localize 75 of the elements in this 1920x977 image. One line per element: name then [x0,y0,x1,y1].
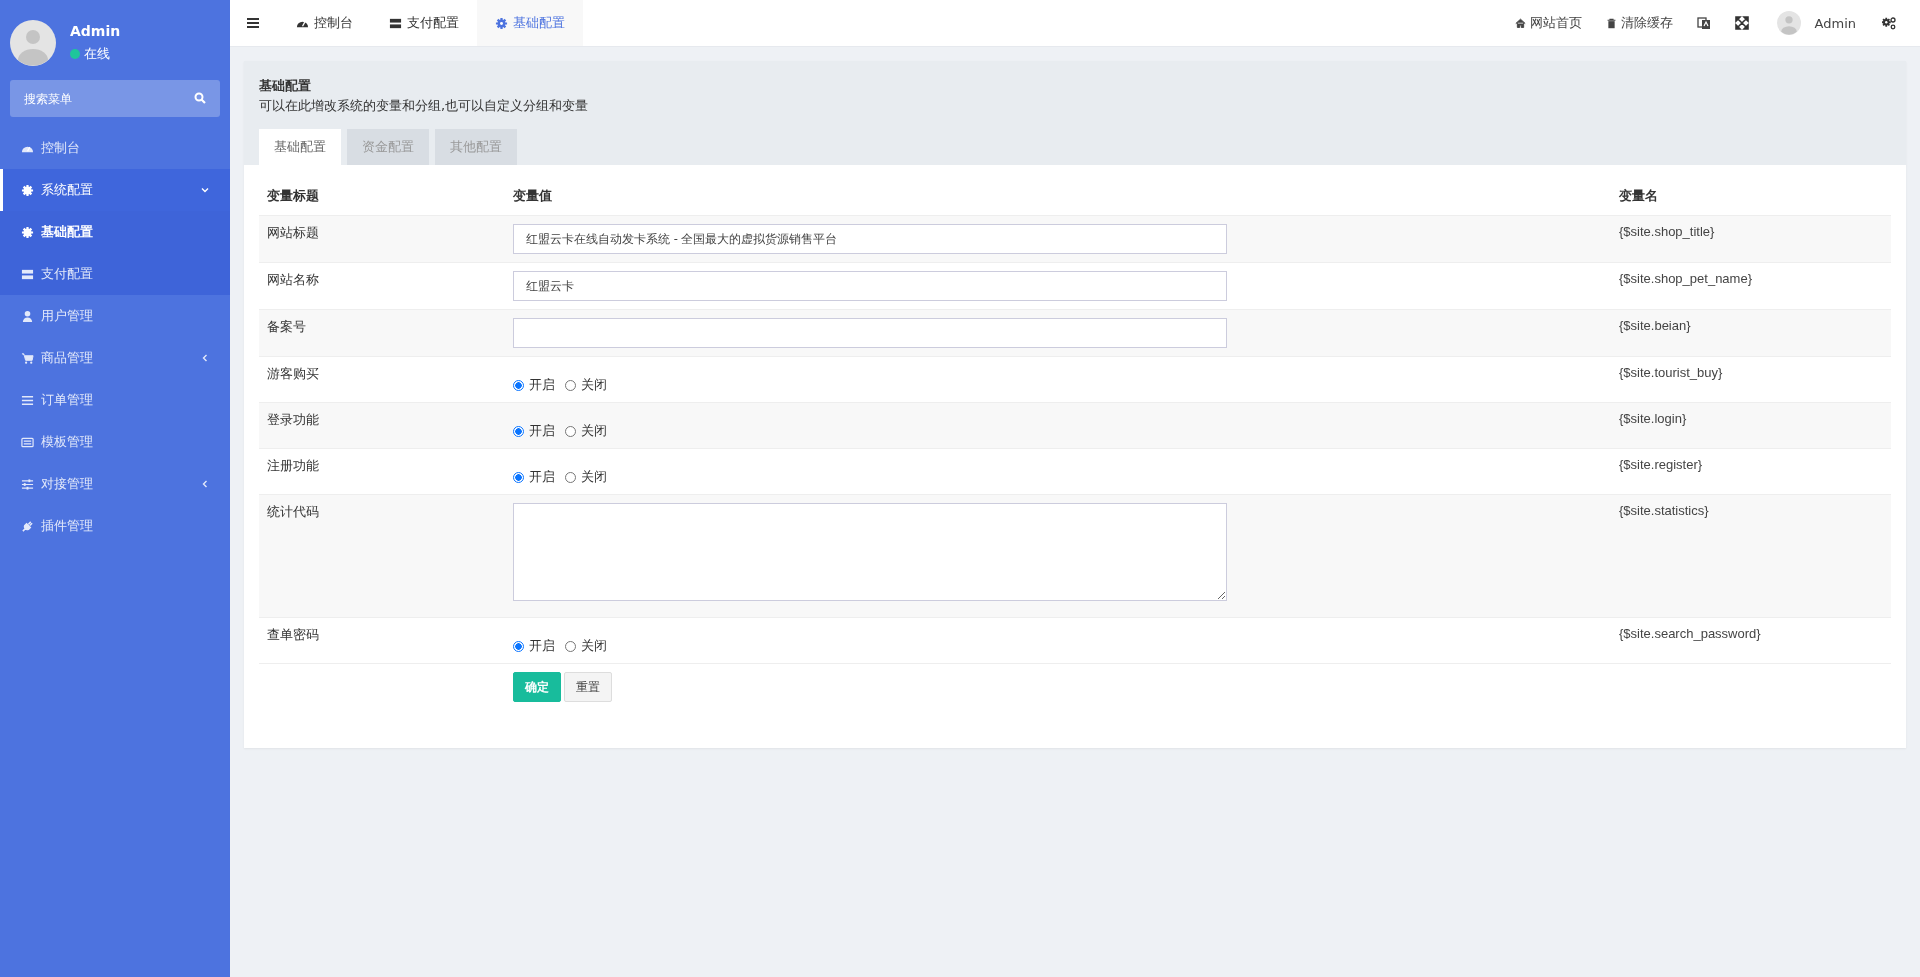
field-label: 网站名称 [267,272,319,287]
variable-name: {$site.tourist_buy} [1619,365,1723,380]
avatar-icon [10,20,56,66]
sidebar-item[interactable]: 对接管理 [0,463,230,505]
variable-name: {$site.login} [1619,411,1687,426]
field-label: 注册功能 [267,458,319,473]
user-name[interactable]: Admin [1814,15,1856,31]
field-label: 游客购买 [267,366,319,381]
user-icon [21,309,34,323]
radio-label[interactable]: 关闭 [581,377,607,394]
sidebar-subitem[interactable]: 支付配置 [0,253,230,295]
sidebar-item[interactable]: 模板管理 [0,421,230,463]
fullscreen-icon[interactable] [1734,16,1749,30]
sidebar-item[interactable]: 订单管理 [0,379,230,421]
chevron-left-icon [200,479,210,489]
field-label: 统计代码 [267,504,319,519]
variable-name: {$site.register} [1619,457,1703,472]
column-header: 变量值 [505,177,1611,216]
variable-name: {$site.search_password} [1619,626,1761,641]
text-field[interactable]: 红盟云卡在线自动发卡系统 - 全国最大的虚拟货源销售平台 [513,224,1227,254]
field-label: 登录功能 [267,412,319,427]
home-link[interactable]: 网站首页 [1514,14,1582,32]
translate-icon[interactable] [1696,16,1711,30]
chevron-down-icon [200,185,210,195]
gears-icon[interactable] [1882,16,1896,30]
page-tab[interactable]: 控制台 [278,0,371,46]
variable-name: {$site.shop_title} [1619,224,1715,239]
status-dot [70,49,80,59]
sidebar-item[interactable]: 商品管理 [0,337,230,379]
variable-name: {$site.beian} [1619,318,1691,333]
radio-button[interactable] [513,426,524,437]
text-field[interactable]: 红盟云卡 [513,271,1227,301]
sidebar-item[interactable]: 控制台 [0,127,230,169]
radio-label[interactable]: 开启 [529,638,555,655]
field-label: 网站标题 [267,225,319,240]
radio-button[interactable] [565,472,576,483]
radio-button[interactable] [513,641,524,652]
radio-label[interactable]: 开启 [529,423,555,440]
clear-cache-link[interactable]: 清除缓存 [1605,14,1673,32]
column-header: 变量名 [1611,177,1891,216]
server-icon [389,16,402,30]
radio-button[interactable] [565,426,576,437]
panel-subtitle: 可以在此增改系统的变量和分组,也可以自定义分组和变量 [259,97,590,115]
variable-name: {$site.statistics} [1619,503,1709,518]
user-name: Admin [70,23,121,39]
radio-button[interactable] [513,472,524,483]
radio-label[interactable]: 开启 [529,469,555,486]
radio-label[interactable]: 关闭 [581,469,607,486]
radio-button[interactable] [565,641,576,652]
menu-search-field[interactable]: 搜索菜单 [10,80,220,117]
server-icon [21,267,34,281]
field-label: 备案号 [267,319,306,334]
sidebar-item[interactable]: 插件管理 [0,505,230,547]
field-label: 查单密码 [267,627,319,642]
sidebar-item[interactable]: 用户管理 [0,295,230,337]
user-status: 在线 [84,45,110,63]
radio-label[interactable]: 关闭 [581,638,607,655]
panel-title: 基础配置 [259,77,312,95]
search-icon[interactable] [194,92,206,104]
variable-name: {$site.shop_pet_name} [1619,271,1752,286]
radio-label[interactable]: 关闭 [581,423,607,440]
config-tab[interactable]: 基础配置 [259,129,341,165]
sidebar-subitem[interactable]: 基础配置 [0,211,230,253]
home-icon [1514,17,1526,29]
page-tab[interactable]: 支付配置 [371,0,477,46]
column-header: 变量标题 [259,177,505,216]
radio-label[interactable]: 开启 [529,377,555,394]
reset-button[interactable]: 重置 [564,672,612,702]
chevron-left-icon [200,353,210,363]
text-field[interactable] [513,318,1227,348]
radio-button[interactable] [513,380,524,391]
page-tab[interactable]: 基础配置 [477,0,583,46]
sidebar-item[interactable]: 系统配置 [0,169,230,211]
radio-button[interactable] [565,380,576,391]
cart-icon [21,351,34,365]
